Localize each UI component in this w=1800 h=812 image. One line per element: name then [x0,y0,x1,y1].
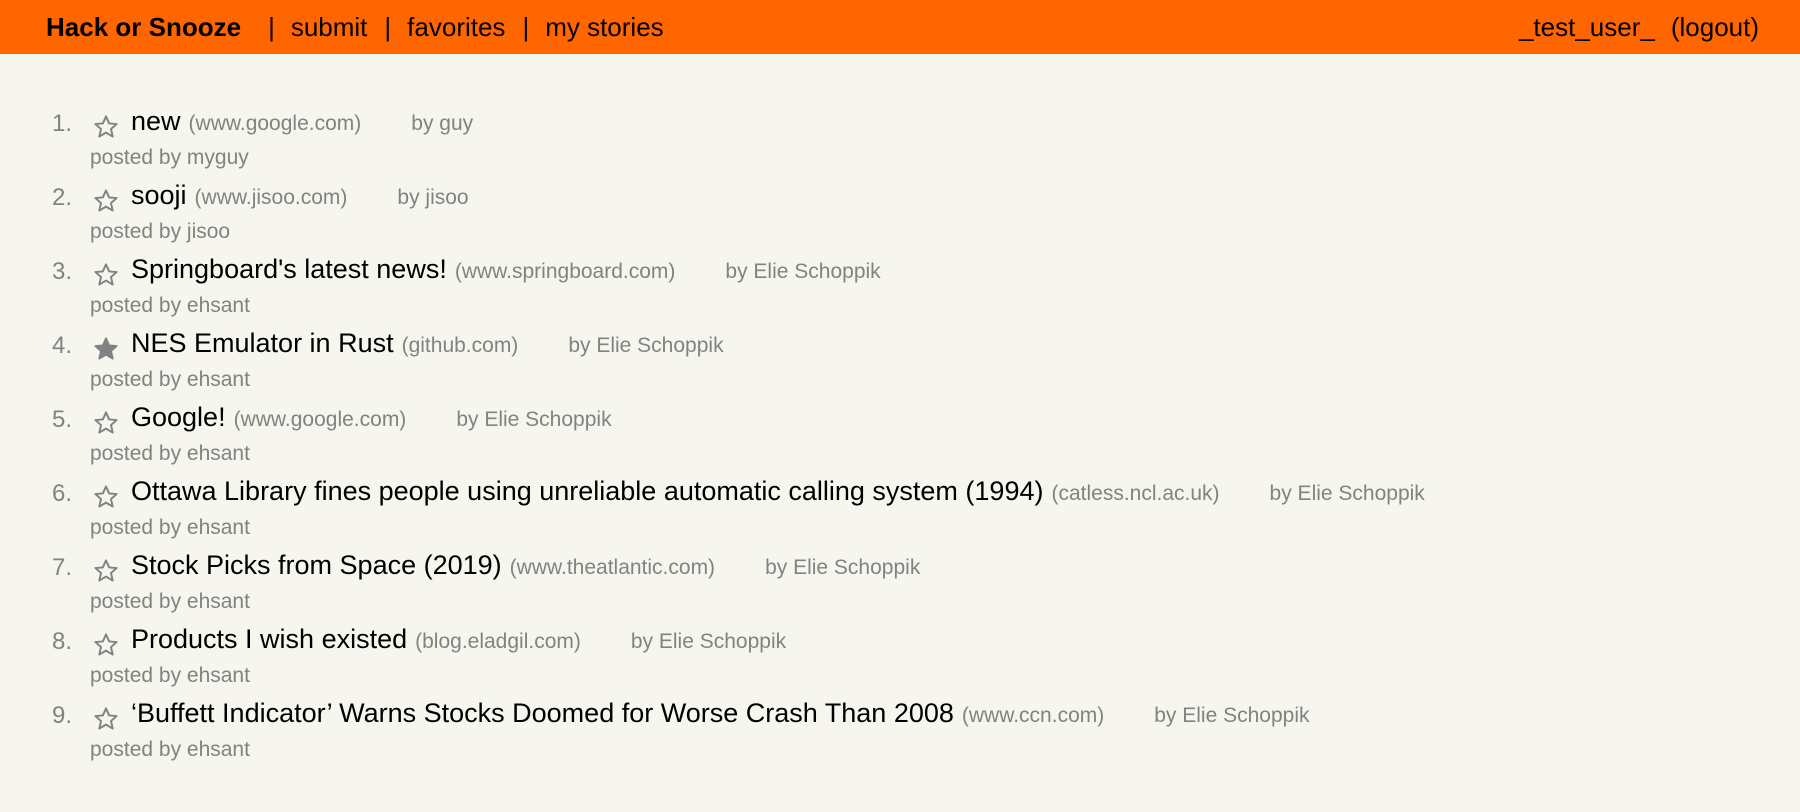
brand-link[interactable]: Hack or Snooze [46,12,241,43]
story-number: 3. [52,258,73,285]
story-hostname: (www.springboard.com) [454,260,676,283]
story-title-link[interactable]: Products I wish existed [131,624,407,655]
star-icon[interactable] [92,706,120,732]
story-item: 3. Springboard's latest news! (www.sprin… [0,254,1800,328]
star-icon[interactable] [92,336,120,362]
story-number: 7. [52,554,73,581]
story-hostname: (www.google.com) [233,408,407,431]
star-icon[interactable] [92,484,120,510]
star-icon [94,337,118,360]
story-posted-by: posted by ehsant [90,294,250,317]
story-hostname: (www.theatlantic.com) [509,556,716,579]
star-icon [94,485,118,508]
story-item: 5. Google! (www.google.com) by Elie Scho… [0,402,1800,476]
story-author: by Elie Schoppik [725,260,881,283]
nav-separator: | [522,11,530,42]
nav-favorites-link[interactable]: favorites [407,12,505,43]
story-item: 4. NES Emulator in Rust (github.com) by … [0,328,1800,402]
story-hostname: (www.google.com) [188,112,362,135]
story-number: 2. [52,184,73,211]
story-hostname: (blog.eladgil.com) [415,630,581,653]
story-author: by Elie Schoppik [456,408,612,431]
story-posted-by: posted by ehsant [90,368,250,391]
story-author: by Elie Schoppik [1269,482,1425,505]
story-posted-by: posted by jisoo [90,220,231,243]
story-item: 8. Products I wish existed (blog.eladgil… [0,624,1800,698]
nav-separator: | [384,11,392,42]
story-posted-by: posted by ehsant [90,590,250,613]
story-item: 2. sooji (www.jisoo.com) by jisoo posted… [0,180,1800,254]
story-line: ‘Buffett Indicator’ Warns Stocks Doomed … [131,698,1310,729]
star-icon[interactable] [92,188,120,214]
star-icon [94,263,118,286]
story-posted-by: posted by ehsant [90,516,250,539]
star-icon [94,559,118,582]
story-number: 6. [52,480,73,507]
story-item: 6. Ottawa Library fines people using unr… [0,476,1800,550]
story-line: sooji (www.jisoo.com) by jisoo [131,180,469,211]
story-posted-by: posted by myguy [90,146,249,169]
logout-link[interactable]: (logout) [1671,12,1759,43]
story-author: by jisoo [397,186,469,209]
star-icon [94,707,118,730]
story-author: by Elie Schoppik [1154,704,1310,727]
story-hostname: (www.ccn.com) [961,704,1105,727]
story-item: 9. ‘Buffett Indicator’ Warns Stocks Doom… [0,698,1800,772]
story-title-link[interactable]: Ottawa Library fines people using unreli… [131,476,1043,507]
star-icon [94,411,118,434]
story-title-link[interactable]: NES Emulator in Rust [131,328,394,359]
story-line: Google! (www.google.com) by Elie Schoppi… [131,402,612,433]
nav-submit-link[interactable]: submit [291,12,368,43]
nav-left: Hack or Snooze | submit | favorites | my… [46,12,664,43]
star-icon[interactable] [92,558,120,584]
story-item: 7. Stock Picks from Space (2019) (www.th… [0,550,1800,624]
story-number: 1. [52,110,73,137]
story-title-link[interactable]: Springboard's latest news! [131,254,447,285]
story-line: Products I wish existed (blog.eladgil.co… [131,624,786,655]
story-number: 9. [52,702,73,729]
story-posted-by: posted by ehsant [90,442,250,465]
story-line: Springboard's latest news! (www.springbo… [131,254,881,285]
story-hostname: (catless.ncl.ac.uk) [1051,482,1220,505]
story-line: Ottawa Library fines people using unreli… [131,476,1425,507]
star-icon[interactable] [92,632,120,658]
story-author: by guy [411,112,474,135]
story-line: Stock Picks from Space (2019) (www.theat… [131,550,920,581]
star-icon[interactable] [92,410,120,436]
nav-separator: | [268,11,275,42]
story-title-link[interactable]: ‘Buffett Indicator’ Warns Stocks Doomed … [131,698,954,729]
story-title-link[interactable]: Stock Picks from Space (2019) [131,550,502,581]
story-list: 1. new (www.google.com) by guy posted by… [0,106,1800,772]
star-icon [94,115,118,138]
star-icon[interactable] [92,114,120,140]
story-item: 1. new (www.google.com) by guy posted by… [0,106,1800,180]
story-number: 8. [52,628,73,655]
nav-right: _test_user_ (logout) [1519,0,1759,54]
story-hostname: (www.jisoo.com) [194,186,348,209]
user-profile-link[interactable]: _test_user_ [1519,12,1655,43]
story-title-link[interactable]: sooji [131,180,187,211]
navbar: Hack or Snooze | submit | favorites | my… [0,0,1800,54]
star-icon [94,633,118,656]
star-icon [94,189,118,212]
story-author: by Elie Schoppik [568,334,724,357]
story-posted-by: posted by ehsant [90,664,250,687]
story-number: 5. [52,406,73,433]
story-title-link[interactable]: Google! [131,402,226,433]
story-hostname: (github.com) [401,334,519,357]
story-number: 4. [52,332,73,359]
star-icon[interactable] [92,262,120,288]
story-author: by Elie Schoppik [765,556,921,579]
story-line: NES Emulator in Rust (github.com) by Eli… [131,328,724,359]
story-author: by Elie Schoppik [630,630,787,653]
story-line: new (www.google.com) by guy [131,106,473,137]
story-title-link[interactable]: new [131,106,181,137]
story-posted-by: posted by ehsant [90,738,250,761]
nav-my-stories-link[interactable]: my stories [545,12,663,43]
